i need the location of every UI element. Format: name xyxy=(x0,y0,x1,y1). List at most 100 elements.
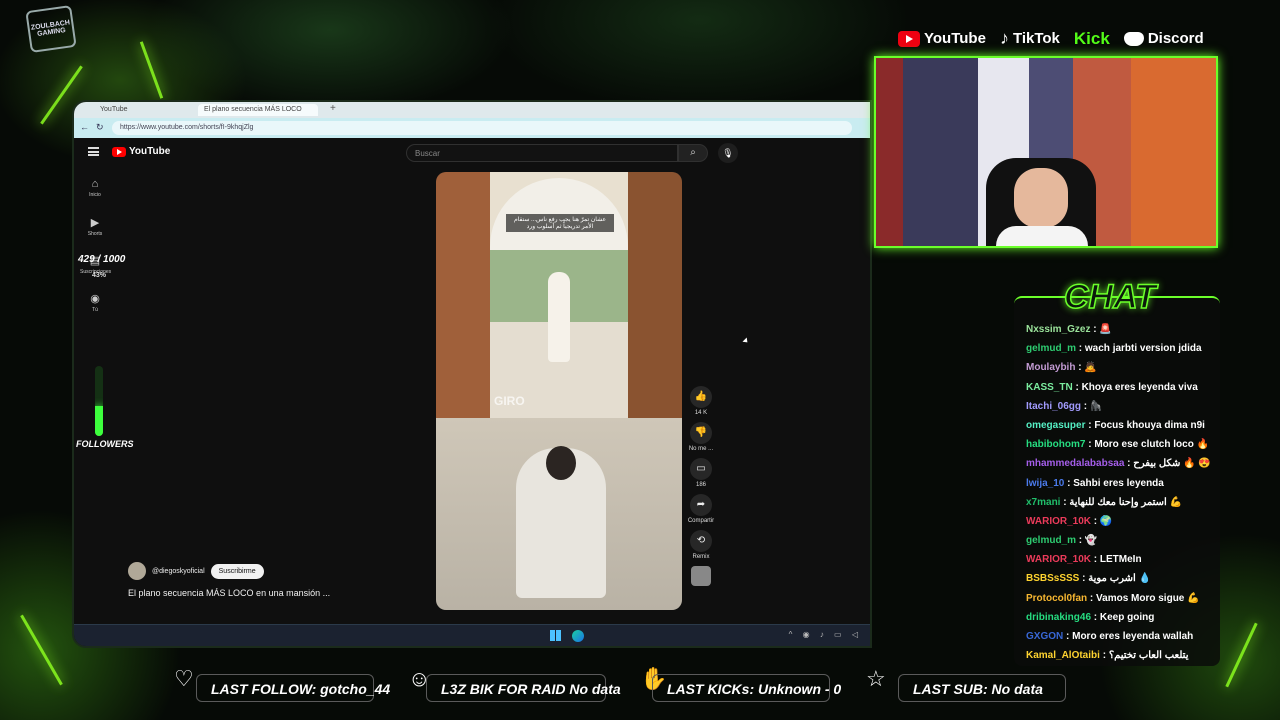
chat-text: : 🦍 xyxy=(1081,400,1103,412)
chat-message: habibohom7 : Moro ese clutch loco 🔥 xyxy=(1026,439,1211,458)
browser-tab-active[interactable]: El plano secuencia MÁS LOCO xyxy=(198,104,318,116)
chat-username[interactable]: BSBSsSSS xyxy=(1026,573,1079,584)
browser-tab[interactable]: YouTube xyxy=(94,104,194,116)
chat-text: : wach jarbti version jdida xyxy=(1076,343,1202,355)
search-icon[interactable]: ⌕ xyxy=(678,144,708,162)
remix-icon: ⟲ xyxy=(690,530,712,552)
dislike-icon: 👎 xyxy=(690,422,712,444)
chat-username[interactable]: x7mani xyxy=(1026,497,1060,508)
chat-text: : Moro eres leyenda wallah xyxy=(1063,631,1194,642)
youtube-logo[interactable]: YouTube xyxy=(112,146,170,157)
chat-username[interactable]: WARIOR_10K xyxy=(1026,516,1091,527)
sidebar-item-shorts[interactable]: ▶ Shorts xyxy=(80,216,110,237)
chat-message: Itachi_06gg : 🦍 xyxy=(1026,401,1211,420)
chat-username[interactable]: Moulaybih xyxy=(1026,362,1075,373)
reload-icon[interactable]: ↻ xyxy=(96,122,104,133)
sidebar-item-label: Shorts xyxy=(87,231,103,237)
dislike-label: No me ... xyxy=(688,446,714,452)
video-title[interactable]: El plano secuencia MÁS LOCO en una mansi… xyxy=(128,588,330,598)
dislike-button[interactable]: 👎 No me ... xyxy=(686,422,716,452)
like-button[interactable]: 👍 14 K xyxy=(686,386,716,416)
chat-title: CHAT xyxy=(1063,277,1156,317)
search-input[interactable]: Buscar xyxy=(406,144,678,162)
star-icon: ☆ xyxy=(866,666,886,691)
sound-thumbnail[interactable] xyxy=(686,566,716,586)
comment-icon: ▭ xyxy=(690,458,712,480)
chat-username[interactable]: Protocol0fan xyxy=(1026,593,1087,604)
short-video-player[interactable]: عشان تمرّ هنا يجب رفع ناس... ستقام الأمر… xyxy=(436,172,682,610)
chat-username[interactable]: lwija_10 xyxy=(1026,478,1064,489)
streamer-shirt xyxy=(996,226,1088,246)
chat-username[interactable]: dribinaking46 xyxy=(1026,612,1091,623)
remix-button[interactable]: ⟲ Remix xyxy=(686,530,716,560)
comment-count: 186 xyxy=(695,482,706,488)
shorts-icon: ▶ xyxy=(90,217,100,229)
browser-tabbar: YouTube El plano secuencia MÁS LOCO + xyxy=(74,102,870,118)
new-tab-icon[interactable]: + xyxy=(330,103,336,114)
chat-message: gelmud_m : wach jarbti version jdida xyxy=(1026,343,1211,362)
back-icon[interactable]: ← xyxy=(80,122,89,132)
chat-text: : شكل بيفرح 🔥 😍 xyxy=(1124,458,1211,470)
chat-username[interactable]: gelmud_m xyxy=(1026,343,1076,354)
chat-message: mhammedalababsaa : شكل بيفرح 🔥 😍 xyxy=(1026,458,1211,477)
follower-goal-percent: 43% xyxy=(92,272,107,279)
like-count: 14 K xyxy=(694,410,708,416)
chat-username[interactable]: habibohom7 xyxy=(1026,439,1085,450)
chat-text: : Khoya eres leyenda viva xyxy=(1072,381,1198,393)
chat-username[interactable]: Nxssim_Gzez xyxy=(1026,324,1090,335)
last-follow-alert: LAST FOLLOW: gotcho_44 xyxy=(196,674,390,702)
heart-icon: ♡ xyxy=(174,666,194,691)
comment-button[interactable]: ▭ 186 xyxy=(686,458,716,488)
vr-headset xyxy=(546,446,576,480)
chat-text: : 🙇 xyxy=(1075,362,1097,374)
social-youtube: YouTube xyxy=(898,30,986,47)
short-actions: 👍 14 K 👎 No me ... ▭ 186 ➦ Compartir ⟲ Remix xyxy=(686,386,716,592)
chat-username[interactable]: omegasuper xyxy=(1026,420,1085,431)
share-button[interactable]: ➦ Compartir xyxy=(686,494,716,524)
last-sub-alert: LAST SUB: No data xyxy=(898,674,1066,702)
microphone-icon[interactable]: 🎙 xyxy=(718,143,738,163)
chat-username[interactable]: KASS_TN xyxy=(1026,382,1073,393)
chat-username[interactable]: Kamal_AlOtaibi xyxy=(1026,650,1100,661)
channel-avatar[interactable] xyxy=(128,562,146,580)
system-tray[interactable]: ^ ◉ ♪ ▭ ◁ xyxy=(789,630,862,639)
streamer-face xyxy=(1014,168,1068,228)
chat-username[interactable]: GXGON xyxy=(1026,631,1063,642)
chat-text: : Moro ese clutch loco 🔥 xyxy=(1085,439,1210,451)
chat-messages: Nxssim_Gzez : 🚨 gelmud_m : wach jarbti ve… xyxy=(1026,324,1211,669)
chat-message: omegasuper : Focus khouya dima n9i xyxy=(1026,420,1211,439)
sidebar-item-home[interactable]: ⌂ Inicio xyxy=(80,178,110,198)
chat-text: : 🌍 xyxy=(1091,515,1113,527)
video-watermark: GIRO xyxy=(494,394,525,408)
url-input[interactable]: https://www.youtube.com/shorts/fI-9khqjZ… xyxy=(112,121,852,135)
chat-username[interactable]: Itachi_06gg xyxy=(1026,401,1081,412)
chat-username[interactable]: mhammedalababsaa xyxy=(1026,458,1124,469)
chat-text: : LETMeIn xyxy=(1091,554,1142,566)
chat-username[interactable]: WARIOR_10K xyxy=(1026,554,1091,565)
sidebar-item-you[interactable]: ◉ Tú xyxy=(80,292,110,313)
youtube-header: YouTube Buscar ⌕ 🎙 xyxy=(74,142,870,164)
chat-text: : استمر وإحنا معك للنهاية 💪 xyxy=(1060,496,1183,508)
social-discord: Discord xyxy=(1123,30,1204,47)
video-frame-bottom xyxy=(436,418,682,610)
youtube-logo-text: YouTube xyxy=(129,146,171,157)
menu-icon[interactable] xyxy=(88,147,99,156)
chat-text: : Focus khouya dima n9i xyxy=(1085,419,1205,431)
subscribe-button[interactable]: Suscribirme xyxy=(210,563,264,579)
chat-username[interactable]: gelmud_m xyxy=(1026,535,1076,546)
chat-message: gelmud_m : 👻 xyxy=(1026,535,1211,554)
remix-label: Remix xyxy=(692,554,710,560)
address-bar: ← ↻ https://www.youtube.com/shorts/fI-9k… xyxy=(74,118,870,138)
chat-text: : 👻 xyxy=(1076,535,1098,547)
discord-icon xyxy=(1123,31,1144,46)
edge-browser-icon[interactable] xyxy=(572,630,584,642)
windows-start-icon[interactable] xyxy=(550,630,561,641)
youtube-icon xyxy=(898,30,920,47)
social-kick: Kick xyxy=(1074,29,1110,49)
chat-panel: Nxssim_Gzez : 🚨 gelmud_m : wach jarbti ve… xyxy=(1014,296,1220,666)
channel-logo: ZOULBACH GAMING xyxy=(25,5,77,53)
channel-info: @diegoskyoficial Suscribirme xyxy=(128,562,264,580)
chat-text: : Keep going xyxy=(1091,611,1155,623)
channel-name[interactable]: @diegoskyoficial xyxy=(152,568,205,575)
chat-message: WARIOR_10K : LETMeIn xyxy=(1026,554,1211,573)
